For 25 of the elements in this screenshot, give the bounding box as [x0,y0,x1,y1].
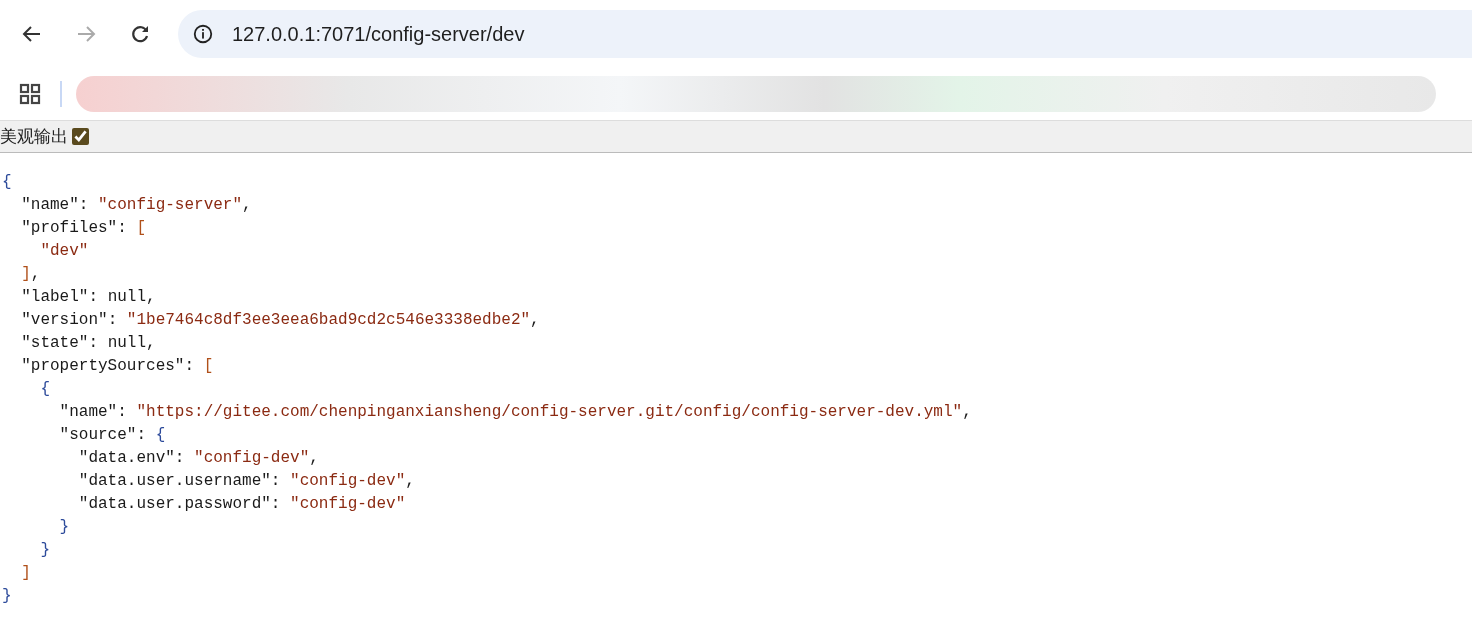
json-line: "data.env": "config-dev", [78,449,319,467]
json-line: ], [21,265,41,283]
json-line: } [40,541,50,559]
apps-grid-icon[interactable] [18,82,42,106]
json-line: "propertySources": [ [21,357,214,375]
json-line: { [2,173,12,191]
json-line: } [2,587,12,605]
json-line: { [40,380,50,398]
json-line: "dev" [40,242,89,260]
json-line: "profiles": [ [21,219,147,237]
json-line: } [59,518,70,536]
json-line: ] [21,564,31,582]
json-line: "name": "https://gitee.com/chenpinganxiansheng/config-server.git/config/config-server-dev.yml", [59,403,972,421]
address-bar[interactable]: 127.0.0.1:7071/config-server/dev [178,10,1472,58]
json-line: "label": null, [21,288,156,306]
pretty-print-checkbox[interactable] [72,128,89,145]
pretty-print-label: 美观输出 [0,125,68,148]
url-text: 127.0.0.1:7071/config-server/dev [232,22,525,46]
json-line: "name": "config-server", [21,196,252,214]
json-line: "version": "1be7464c8df3ee3eea6bad9cd2c546e3338edbe2", [21,311,540,329]
json-line: "state": null, [21,334,156,352]
json-line: "source": { [59,426,166,444]
info-icon[interactable] [192,23,214,45]
json-line: "data.user.username": "config-dev", [78,472,415,490]
json-line: "data.user.password": "config-dev" [78,495,406,513]
